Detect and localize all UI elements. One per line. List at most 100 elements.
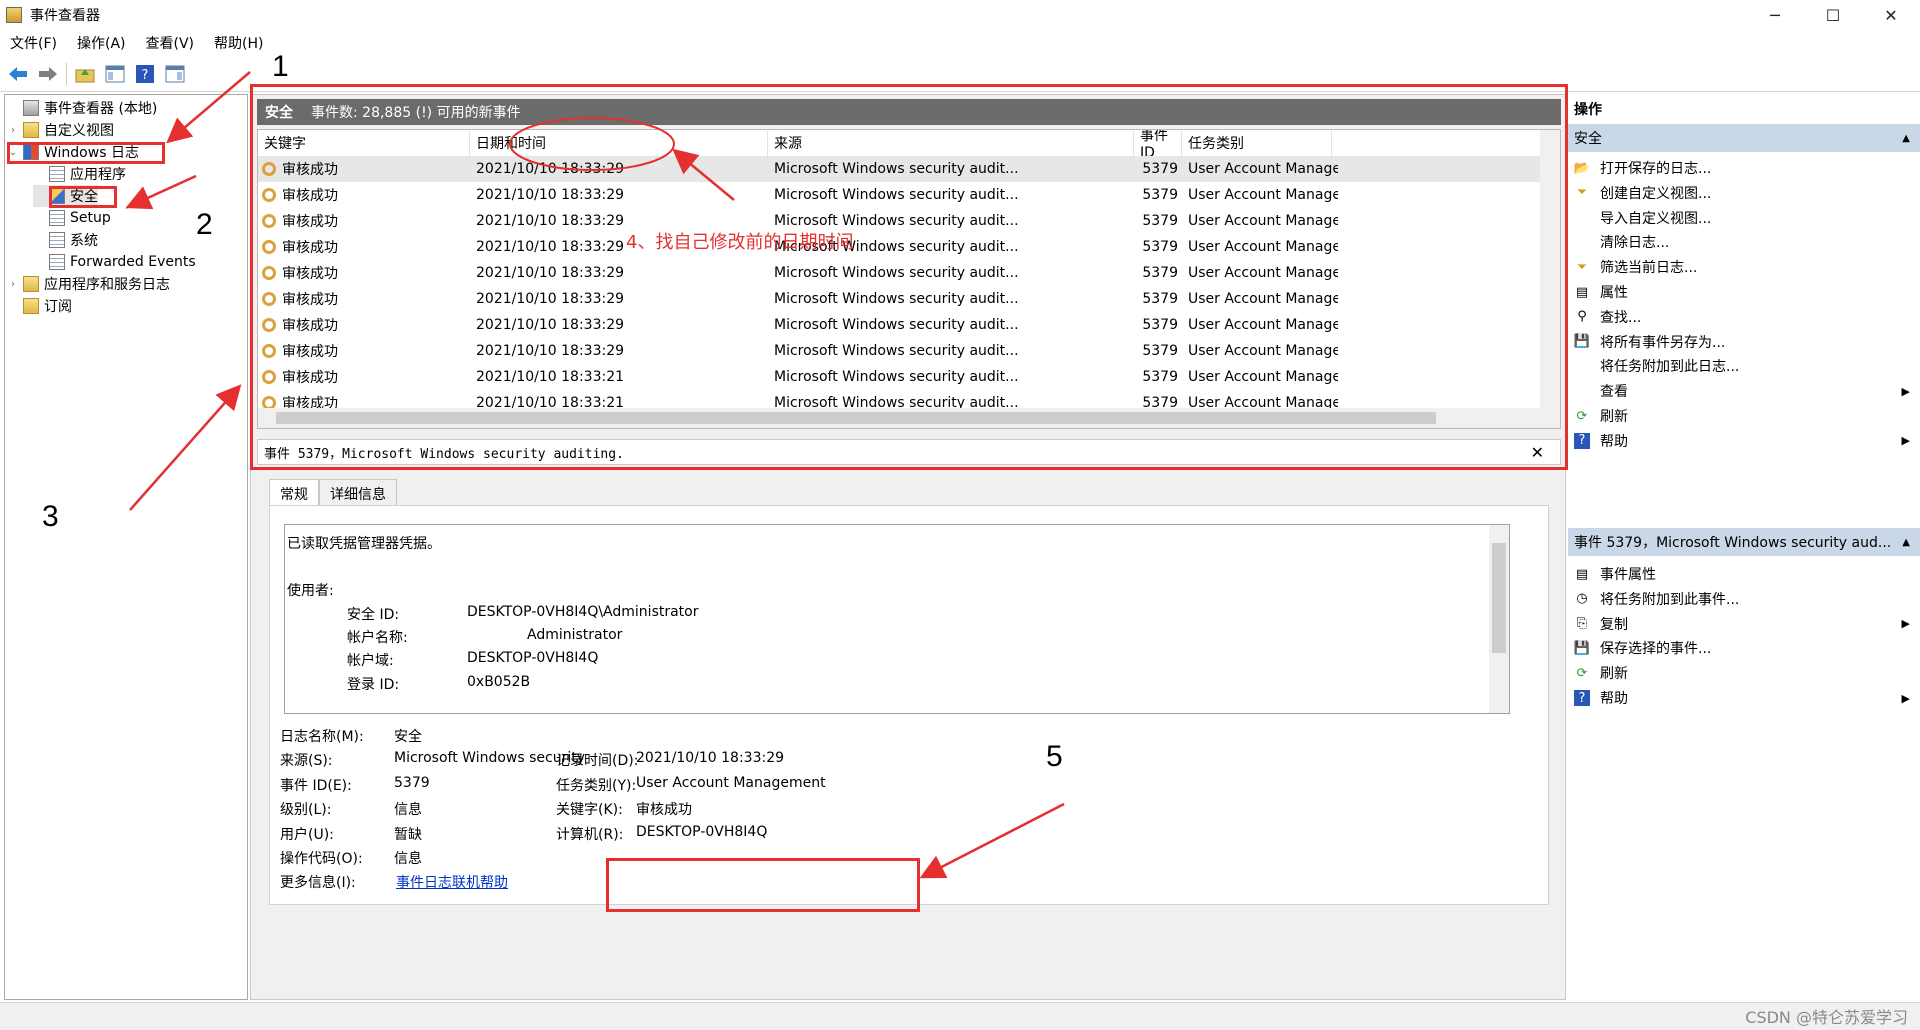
event-detail-panel: 已读取凭据管理器凭据。 使用者: 安全 ID: DESKTOP-0VH8I4Q\… [269,505,1549,905]
help-icon[interactable]: ? [133,62,157,86]
maximize-button[interactable]: ☐ [1804,0,1862,30]
attach-task-icon: ◷ [1576,591,1588,607]
event-id-label: 事件 ID(E): [280,778,352,794]
help-icon: ? [1574,690,1590,706]
action-item[interactable]: 📂 打开保存的日志... [1568,156,1920,180]
action-item[interactable]: 导入自定义视图... [1568,206,1920,230]
action-item[interactable]: ⏷ 创建自定义视图... [1568,181,1920,205]
show-hide-action-pane-icon[interactable] [163,62,187,86]
task-category-value: User Account Management [636,775,826,791]
chevron-right-icon[interactable]: › [7,125,19,136]
event-viewer-app-icon [6,7,22,23]
log-icon [49,210,65,226]
refresh-icon: ⟳ [1576,665,1588,681]
action-item[interactable]: ⎘ 复制 ▶ [1568,612,1920,636]
menu-view[interactable]: 查看(V) [136,33,205,53]
annotation-box-security [49,186,117,208]
more-info-label: 更多信息(I): [280,875,356,891]
actions-section-event[interactable]: 事件 5379，Microsoft Windows security aud..… [1568,528,1920,556]
event-properties-icon: ▤ [1575,566,1589,582]
collapse-up-icon[interactable]: ▲ [1902,537,1910,548]
account-domain-label: 帐户域: [347,653,394,669]
submenu-arrow-icon: ▶ [1901,617,1910,631]
filter-icon: ⏷ [1576,185,1588,201]
title-bar: 事件查看器 ─ ☐ ✕ [0,0,1920,30]
logged-value: 2021/10/10 18:33:29 [636,750,785,766]
event-viewer-window: 事件查看器 ─ ☐ ✕ 文件(F) 操作(A) 查看(V) 帮助(H) ? 事件… [0,0,1920,1030]
action-item[interactable]: 💾 保存选择的事件... [1568,636,1920,660]
chevron-right-icon[interactable]: › [7,279,19,290]
log-icon [49,254,65,270]
event-description[interactable]: 已读取凭据管理器凭据。 使用者: 安全 ID: DESKTOP-0VH8I4Q\… [284,524,1510,714]
close-button[interactable]: ✕ [1862,0,1920,30]
annotation-box-event-list [250,84,1568,470]
forward-arrow-icon[interactable] [36,62,60,86]
online-help-link[interactable]: 事件日志联机帮助 [396,872,508,892]
tree-setup[interactable]: Setup [33,207,111,229]
refresh-icon: ⟳ [1576,408,1588,424]
annotation-number-2: 2 [196,208,213,241]
folder-icon [23,276,39,292]
log-icon [49,166,65,182]
description-scrollbar[interactable] [1489,525,1509,713]
menu-help[interactable]: 帮助(H) [204,33,273,53]
account-name-value: Administrator [527,627,623,643]
event-viewer-icon [23,100,39,116]
find-icon: ⚲ [1577,309,1587,325]
tab-general[interactable]: 常规 [269,479,319,507]
tree-application[interactable]: 应用程序 [33,163,126,185]
action-item[interactable]: ▤ 属性 [1568,280,1920,304]
action-item[interactable]: ⏷ 筛选当前日志... [1568,255,1920,279]
log-name-value: 安全 [394,729,422,745]
logon-id-value: 0xB052B [467,674,531,690]
tree-root[interactable]: 事件查看器 (本地) [7,97,157,119]
menu-action[interactable]: 操作(A) [67,33,136,53]
detail-tabs: 常规 详细信息 [269,479,397,507]
action-item[interactable]: ? 帮助 ▶ [1568,429,1920,453]
show-hide-tree-icon[interactable] [103,62,127,86]
level-value: 信息 [394,802,422,818]
opcode-label: 操作代码(O): [280,851,363,867]
copy-icon: ⎘ [1576,616,1588,632]
actions-pane: 操作 安全 ▲ 📂 打开保存的日志... ⏷ 创建自定义视图... 导入自定义视图...… [1568,94,1920,1000]
action-item[interactable]: 清除日志... [1568,230,1920,254]
tree-forwarded-events[interactable]: Forwarded Events [33,251,196,273]
tab-details[interactable]: 详细信息 [319,479,397,507]
logged-label: 记录时间(D): [556,753,639,769]
keywords-value: 审核成功 [636,802,692,818]
actions-section-security[interactable]: 安全 ▲ [1568,124,1920,152]
logon-id-label: 登录 ID: [347,677,400,693]
submenu-arrow-icon: ▶ [1901,384,1910,398]
action-item[interactable]: ◷ 将任务附加到此事件... [1568,587,1920,611]
save-icon: 💾 [1573,640,1591,656]
action-item[interactable]: 💾 将所有事件另存为... [1568,330,1920,354]
log-icon [49,232,65,248]
tree-custom-views[interactable]: › 自定义视图 [7,119,114,141]
tree-apps-services-logs[interactable]: › 应用程序和服务日志 [7,273,170,295]
collapse-up-icon[interactable]: ▲ [1902,133,1910,144]
save-icon: 💾 [1573,334,1591,350]
svg-text:?: ? [142,68,149,83]
help-icon: ? [1574,432,1590,449]
annotation-box-windows-logs [7,142,165,164]
tree-subscriptions[interactable]: 订阅 [7,295,72,317]
tree-system[interactable]: 系统 [33,229,98,251]
action-item[interactable]: 查看 ▶ [1568,379,1920,403]
account-domain-value: DESKTOP-0VH8I4Q [467,650,599,666]
minimize-button[interactable]: ─ [1746,0,1804,30]
annotation-number-1: 1 [272,50,289,83]
properties-icon: ▤ [1575,284,1589,300]
action-item[interactable]: ⟳ 刷新 [1568,661,1920,685]
scroll-thumb[interactable] [1492,543,1506,653]
action-item[interactable]: ▤ 事件属性 [1568,562,1920,586]
blank-icon [1574,358,1590,374]
status-bar [0,1002,1920,1030]
up-folder-icon[interactable] [73,62,97,86]
action-item[interactable]: ⚲ 查找... [1568,305,1920,329]
action-item[interactable]: ? 帮助 ▶ [1568,686,1920,710]
back-arrow-icon[interactable] [6,62,30,86]
menu-file[interactable]: 文件(F) [0,33,67,53]
action-item[interactable]: ⟳ 刷新 [1568,404,1920,428]
window-title: 事件查看器 [30,8,100,24]
action-item[interactable]: 将任务附加到此日志... [1568,354,1920,378]
